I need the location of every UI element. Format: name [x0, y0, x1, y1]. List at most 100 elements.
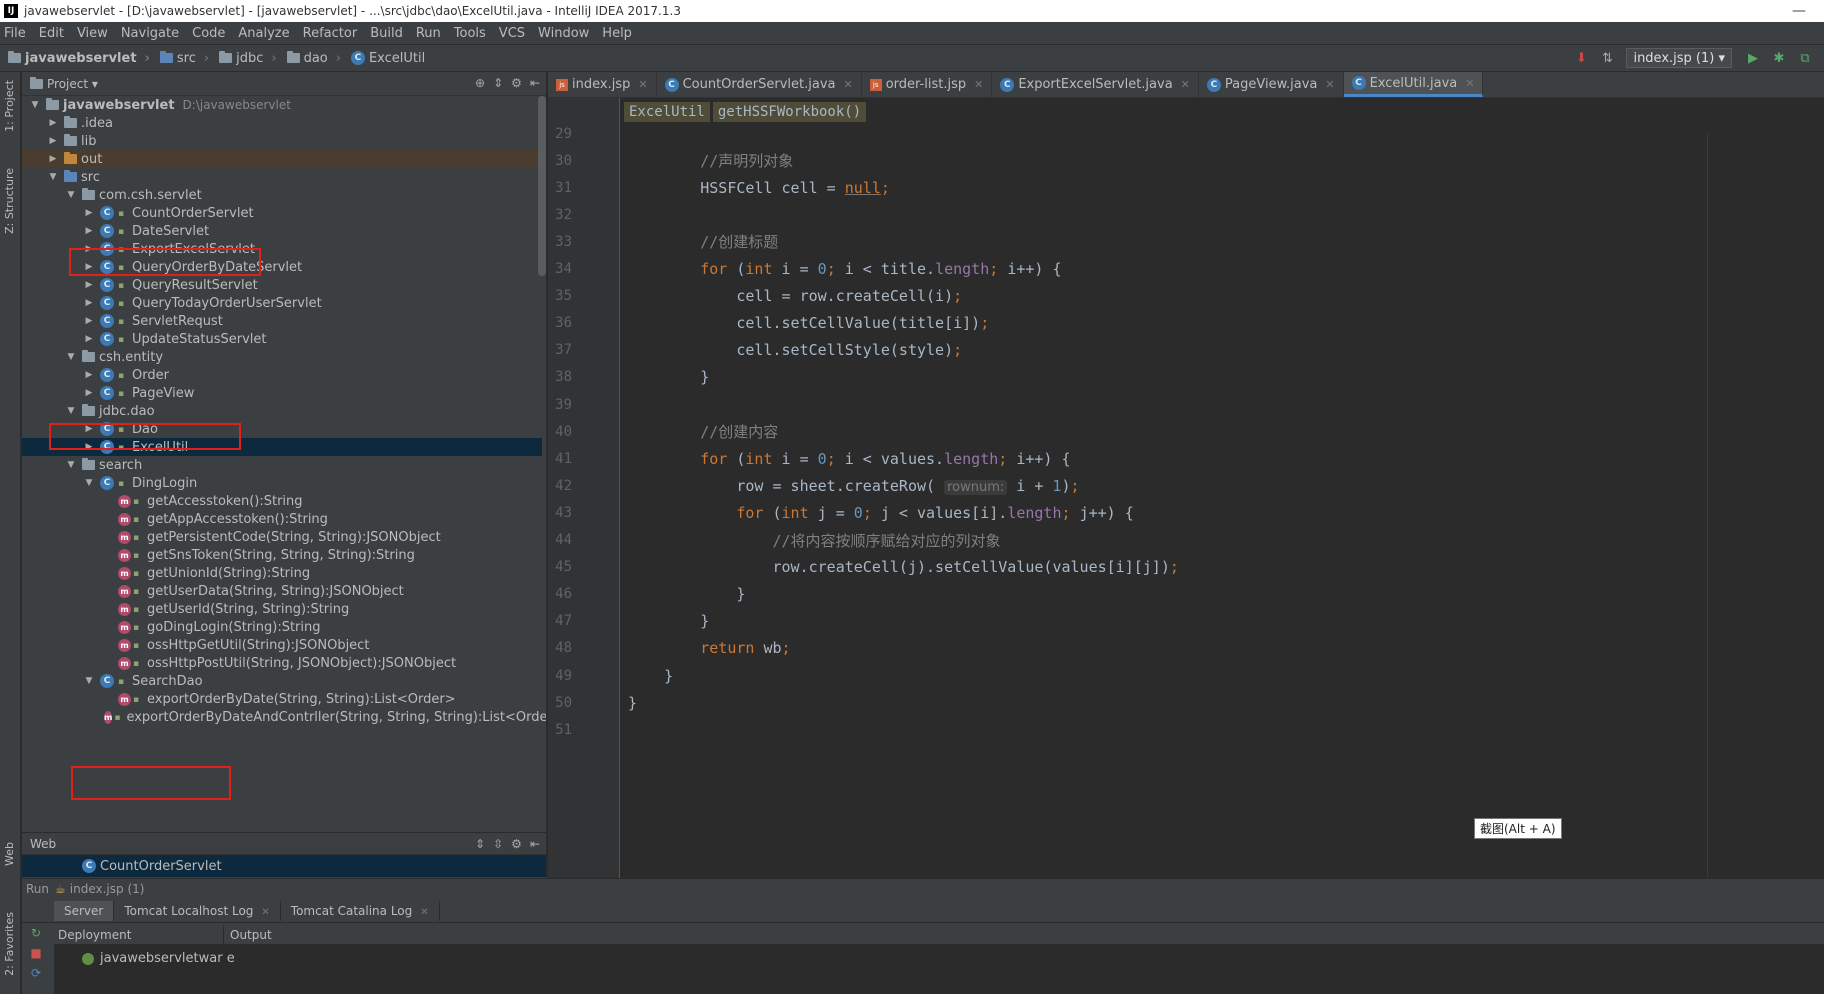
menu-refactor[interactable]: Refactor	[303, 26, 358, 41]
code-editor[interactable]: 29 30 //声明列对象 31 HSSFCell cell = null; 32 33…	[548, 98, 1824, 878]
tree-item-lib[interactable]: ▶ lib	[22, 132, 542, 150]
collapsed-arrow-icon[interactable]: ▶	[46, 118, 60, 128]
tree-item-com-csh-servlet[interactable]: ▼ com.csh.servlet	[22, 186, 542, 204]
hide-icon[interactable]: ⇤	[530, 837, 540, 851]
tab-countorderservlet[interactable]: C CountOrderServlet.java ✕	[657, 72, 862, 97]
code-line[interactable]: 32	[548, 201, 1824, 228]
code-line[interactable]: 49 }	[548, 662, 1824, 689]
expanded-arrow-icon[interactable]: ▼	[64, 460, 78, 470]
menu-code[interactable]: Code	[192, 26, 225, 41]
menu-build[interactable]: Build	[370, 26, 403, 41]
tree-item-getuserid[interactable]: m ▪ getUserId(String, String):String	[22, 600, 542, 618]
tree-item-osshttppostutil[interactable]: m ▪ ossHttpPostUtil(String, JSONObject):JS…	[22, 654, 542, 672]
run-icon[interactable]: ▶	[1745, 50, 1761, 66]
tab-tomcat-localhost-log[interactable]: Tomcat Localhost Log ✕	[114, 900, 281, 921]
expanded-arrow-icon[interactable]: ▼	[82, 478, 96, 488]
tab-order-list-jsp[interactable]: js order-list.jsp ✕	[862, 72, 993, 97]
structure-icon[interactable]: ⇅	[1599, 50, 1615, 66]
menu-view[interactable]: View	[77, 26, 108, 41]
code-line[interactable]: 45 row.createCell(j).setCellValue(values…	[548, 554, 1824, 581]
run-output-area[interactable]: javawebservletwar e	[54, 945, 1824, 994]
tree-item-out[interactable]: ▶ out	[22, 150, 542, 168]
tree-item-servletrequst[interactable]: ▶ C ▪ ServletRequst	[22, 312, 542, 330]
tree-item-exportorderbydateandcontrller[interactable]: m ▪ exportOrderByDateAndContrller(String, …	[22, 708, 546, 726]
collapsed-arrow-icon[interactable]: ▶	[82, 388, 96, 398]
tree-item--idea[interactable]: ▶ .idea	[22, 114, 542, 132]
collapsed-arrow-icon[interactable]: ▶	[82, 316, 96, 326]
code-line[interactable]: 39	[548, 391, 1824, 418]
collapsed-arrow-icon[interactable]: ▶	[82, 208, 96, 218]
hide-icon[interactable]: ⇤	[530, 76, 540, 90]
code-line[interactable]: 37 cell.setCellStyle(style);	[548, 337, 1824, 364]
collapsed-arrow-icon[interactable]: ▶	[82, 226, 96, 236]
code-line[interactable]: 31 HSSFCell cell = null;	[548, 174, 1824, 201]
deployment-item[interactable]: javawebservletwar e	[82, 951, 235, 966]
tree-item-src[interactable]: ▼ src	[22, 168, 542, 186]
menu-edit[interactable]: Edit	[39, 26, 64, 41]
crumb-excelutil[interactable]: C ExcelUtil	[350, 51, 425, 66]
breadcrumb-method[interactable]: getHSSFWorkbook()	[712, 102, 867, 122]
expanded-arrow-icon[interactable]: ▼	[28, 100, 42, 110]
code-line[interactable]: 42 row = sheet.createRow( rownum: i + 1)…	[548, 472, 1824, 499]
tree-item-getappaccesstoken[interactable]: m ▪ getAppAccesstoken():String	[22, 510, 542, 528]
menu-navigate[interactable]: Navigate	[121, 26, 179, 41]
tree-item-exportorderbydate[interactable]: m ▪ exportOrderByDate(String, String):List…	[22, 690, 542, 708]
collapsed-arrow-icon[interactable]: ▶	[82, 298, 96, 308]
code-line[interactable]: 44 //将内容按顺序赋给对应的列对象	[548, 527, 1824, 554]
collapse-icon[interactable]: ⇕	[493, 76, 503, 90]
gear-icon[interactable]: ⚙	[511, 76, 522, 90]
expanded-arrow-icon[interactable]: ▼	[82, 676, 96, 686]
crumb-dao[interactable]: dao ›	[286, 51, 341, 66]
rerun-icon[interactable]: ↻	[31, 926, 41, 940]
expand-icon[interactable]: ⇕	[475, 837, 485, 851]
code-line[interactable]: 30 //声明列对象	[548, 147, 1824, 174]
web-tree-item[interactable]: C CountOrderServlet	[22, 855, 546, 877]
minimize-button[interactable]: —	[1792, 3, 1806, 19]
expanded-arrow-icon[interactable]: ▼	[64, 190, 78, 200]
code-line[interactable]: 51	[548, 716, 1824, 743]
tree-item-getuserdata[interactable]: m ▪ getUserData(String, String):JSONObject	[22, 582, 542, 600]
tree-item-order[interactable]: ▶ C ▪ Order	[22, 366, 542, 384]
tab-pageview[interactable]: C PageView.java ✕	[1199, 72, 1344, 97]
tab-exportexcelservlet[interactable]: C ExportExcelServlet.java ✕	[992, 72, 1199, 97]
tree-item-searchdao[interactable]: ▼ C ▪ SearchDao	[22, 672, 542, 690]
tree-item-querytodayorderuserservlet[interactable]: ▶ C ▪ QueryTodayOrderUserServlet	[22, 294, 542, 312]
tab-index-jsp[interactable]: js index.jsp ✕	[548, 72, 657, 97]
run-configuration-select[interactable]: index.jsp (1) ▾	[1626, 48, 1732, 68]
code-line[interactable]: 35 cell = row.createCell(i);	[548, 283, 1824, 310]
tree-item-search[interactable]: ▼ search	[22, 456, 542, 474]
tree-item-queryresultservlet[interactable]: ▶ C ▪ QueryResultServlet	[22, 276, 542, 294]
code-line[interactable]: 38 }	[548, 364, 1824, 391]
expanded-arrow-icon[interactable]: ▼	[64, 406, 78, 416]
code-line[interactable]: 34 for (int i = 0; i < title.length; i++…	[548, 256, 1824, 283]
menu-vcs[interactable]: VCS	[499, 26, 525, 41]
expanded-arrow-icon[interactable]: ▼	[64, 352, 78, 362]
tree-item-countorderservlet[interactable]: ▶ C ▪ CountOrderServlet	[22, 204, 542, 222]
tree-item-getaccesstoken[interactable]: m ▪ getAccesstoken():String	[22, 492, 542, 510]
collapsed-arrow-icon[interactable]: ▶	[82, 370, 96, 380]
collapsed-arrow-icon[interactable]: ▶	[46, 154, 60, 164]
collapsed-arrow-icon[interactable]: ▶	[82, 334, 96, 344]
breadcrumb-class[interactable]: ExcelUtil	[624, 102, 710, 122]
expanded-arrow-icon[interactable]: ▼	[46, 172, 60, 182]
tree-item-getsnstoken[interactable]: m ▪ getSnsToken(String, String, String):St…	[22, 546, 542, 564]
crumb-project[interactable]: javawebservlet ›	[8, 51, 150, 66]
code-line[interactable]: 33 //创建标题	[548, 228, 1824, 255]
tree-item-getpersistentcode[interactable]: m ▪ getPersistentCode(String, String):JSON…	[22, 528, 542, 546]
close-icon[interactable]: ✕	[1325, 78, 1334, 91]
tree-item-jdbc-dao[interactable]: ▼ jdbc.dao	[22, 402, 542, 420]
code-line[interactable]: 50}	[548, 689, 1824, 716]
close-icon[interactable]: ✕	[1181, 78, 1190, 91]
tree-item-csh-entity[interactable]: ▼ csh.entity	[22, 348, 542, 366]
code-line[interactable]: 46 }	[548, 581, 1824, 608]
project-tool-button[interactable]: 1: Project	[3, 80, 16, 132]
coverage-icon[interactable]: ⧉	[1797, 50, 1813, 66]
code-line[interactable]: 40 //创建内容	[548, 418, 1824, 445]
close-icon[interactable]: ✕	[1465, 77, 1474, 90]
code-line[interactable]: 29	[548, 120, 1824, 147]
favorites-tool-button[interactable]: 2: Favorites	[3, 912, 16, 976]
crumb-jdbc[interactable]: jdbc ›	[219, 51, 277, 66]
code-line[interactable]: 48 return wb;	[548, 635, 1824, 662]
tab-excelutil[interactable]: C ExcelUtil.java ✕	[1343, 72, 1484, 97]
close-icon[interactable]: ✕	[843, 78, 852, 91]
